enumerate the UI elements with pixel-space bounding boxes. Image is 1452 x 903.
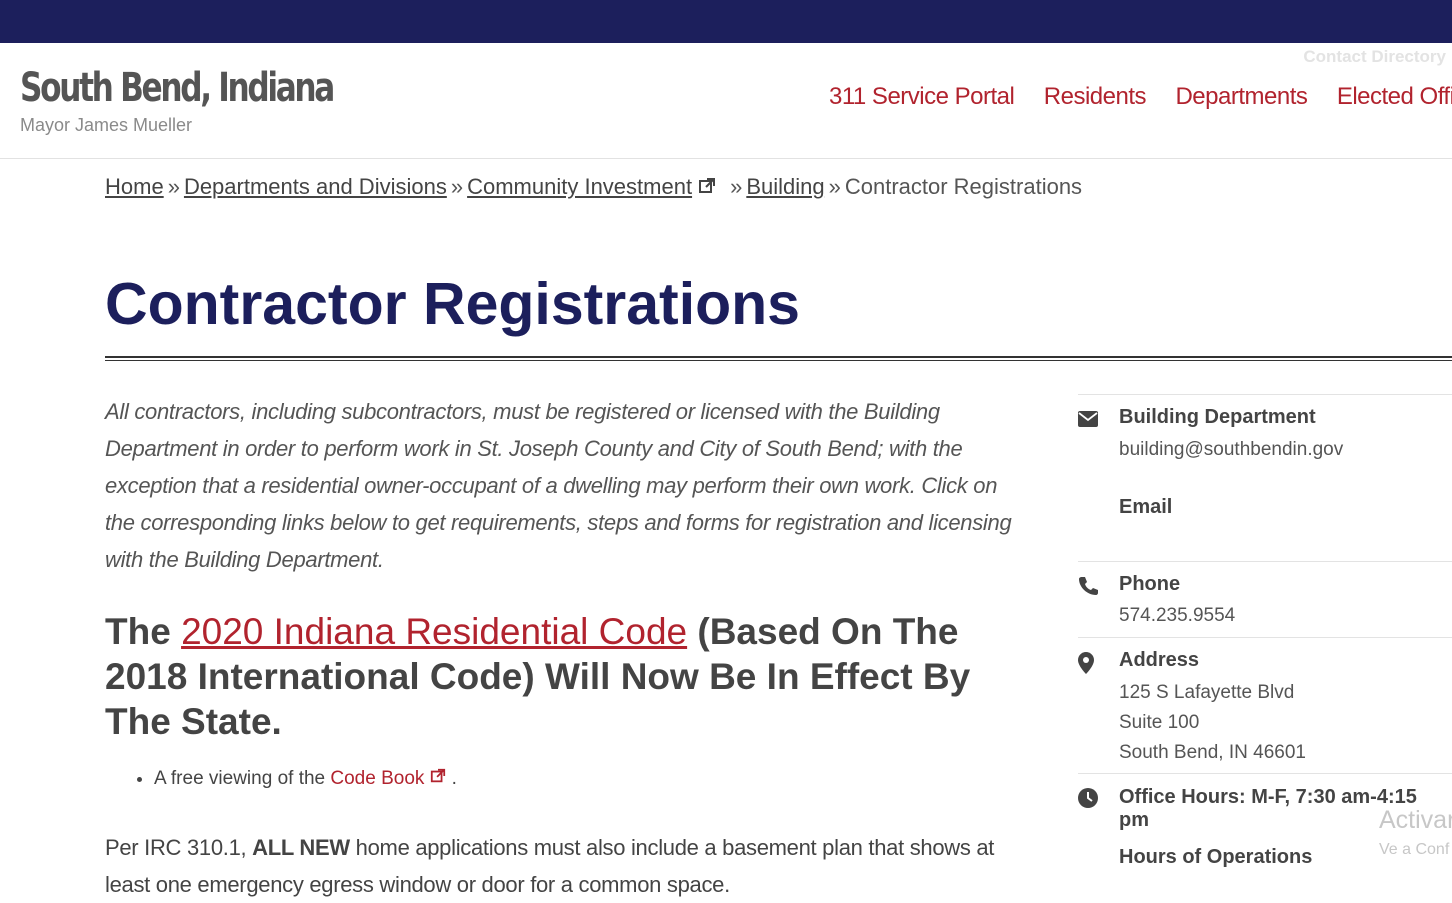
activation-watermark-sub: Ve a Conf [1379, 841, 1450, 858]
code-book-list: A free viewing of the Code Book . [130, 768, 457, 790]
code-heading-pre: The [105, 611, 182, 652]
breadcrumb-separator: » [450, 174, 464, 199]
nav-elected-officials[interactable]: Elected Offic [1337, 83, 1452, 110]
map-pin-icon [1078, 652, 1094, 679]
top-bar [0, 0, 1452, 43]
activation-watermark: Activar [1379, 806, 1452, 834]
breadcrumb-building[interactable]: Building [746, 174, 824, 199]
address-line-3: South Bend, IN 46601 [1119, 742, 1306, 763]
breadcrumb-departments[interactable]: Departments and Divisions [184, 174, 447, 199]
para-pre: Per IRC 310.1, [105, 835, 253, 860]
breadcrumb-current: Contractor Registrations [844, 174, 1083, 199]
email-block: Building Department building@southbendin… [1078, 394, 1452, 561]
site-subtitle: Mayor James Mueller [20, 115, 193, 135]
address-line-1: 125 S Lafayette Blvd [1119, 682, 1295, 703]
address-label: Address [1119, 649, 1200, 671]
phone-block: Phone 574.235.9554 [1078, 561, 1452, 637]
breadcrumb-separator: » [828, 174, 841, 199]
main-nav: 311 Service Portal Residents Departments… [829, 83, 1452, 111]
nav-residents[interactable]: Residents [1044, 83, 1147, 110]
egress-paragraph: Per IRC 310.1, ALL NEW home applications… [105, 829, 1025, 903]
breadcrumb: Home» Departments and Divisions» Community… [105, 174, 1082, 201]
address-line-2: Suite 100 [1119, 712, 1200, 733]
contact-directory-link[interactable]: Contact Directory [1303, 47, 1446, 67]
site-header: South Bend, Indiana Mayor James Mueller … [0, 43, 1452, 159]
breadcrumb-separator: » [730, 174, 743, 199]
dept-label: Building Department [1119, 406, 1316, 428]
site-title[interactable]: South Bend, Indiana [20, 65, 335, 111]
phone-value[interactable]: 574.235.9554 [1119, 601, 1235, 631]
list-item: A free viewing of the Code Book . [154, 768, 457, 790]
page-title: Contractor Registrations [105, 271, 800, 337]
nav-departments[interactable]: Departments [1175, 83, 1307, 110]
bullet-text: A free viewing of the [154, 768, 326, 790]
external-link-icon [698, 175, 716, 201]
breadcrumb-community-investment[interactable]: Community Investment [467, 174, 692, 199]
indiana-residential-code-link[interactable]: 2020 Indiana Residential Code [181, 611, 687, 652]
envelope-icon [1078, 411, 1098, 432]
external-link-icon [430, 768, 446, 790]
title-divider [105, 356, 1452, 361]
code-heading: The 2020 Indiana Residential Code (Based… [105, 609, 1025, 744]
phone-label: Phone [1119, 573, 1181, 595]
code-book-link[interactable]: Code Book [325, 768, 424, 789]
bullet-end: . [446, 768, 457, 790]
para-bold: ALL NEW [252, 835, 350, 860]
email-label: Email [1119, 496, 1173, 518]
nav-311-service-portal[interactable]: 311 Service Portal [829, 83, 1015, 110]
intro-text: All contractors, including subcontractor… [105, 399, 1012, 572]
clock-icon [1078, 788, 1098, 813]
address-block: Address 125 S Lafayette Blvd Suite 100 S… [1078, 637, 1452, 773]
hours-of-operations: Hours of Operations [1119, 846, 1313, 868]
breadcrumb-home[interactable]: Home [105, 174, 164, 199]
breadcrumb-separator: » [167, 174, 180, 199]
dept-email-link[interactable]: building@southbendin.gov [1119, 435, 1343, 465]
phone-icon [1078, 576, 1098, 601]
